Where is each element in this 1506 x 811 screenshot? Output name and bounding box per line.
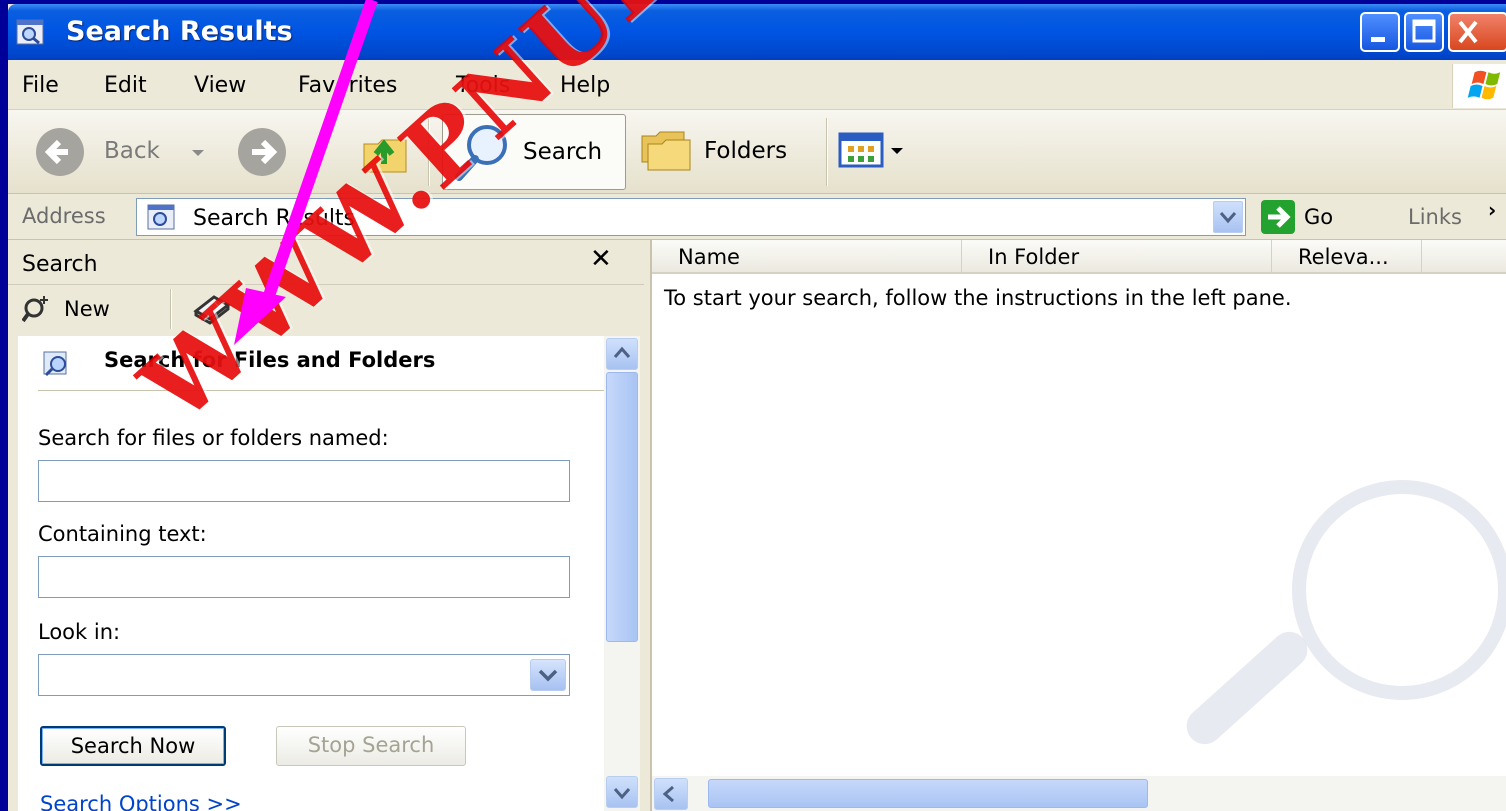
folders-label: Folders [704,138,788,164]
forward-arrow-icon [238,128,286,176]
title-bar[interactable]: Search Results [8,4,1506,60]
results-pane: Name In Folder Releva... To start your s… [650,240,1506,811]
column-name-label: Name [678,245,740,269]
chevron-left-icon [662,785,674,803]
folders-button[interactable]: Folders [634,124,814,180]
column-header-name[interactable]: Name [652,240,962,274]
back-dropdown-icon [192,150,204,156]
new-search-icon [22,296,48,323]
window-title: Search Results [66,16,293,47]
close-button[interactable] [1448,12,1506,52]
named-label: Search for files or folders named: [38,426,389,450]
maximize-icon [1412,19,1436,43]
minimize-icon [1371,37,1385,42]
search-pane-title: Search [22,252,98,277]
new-search-button[interactable]: New [22,289,152,329]
menu-file[interactable]: File [22,73,59,98]
look-in-dropdown-button[interactable] [530,659,566,691]
column-header-blank [1422,240,1506,274]
menu-bar: File Edit View Favorites Tools Help [8,60,1506,110]
minimize-button[interactable] [1360,12,1400,52]
scroll-thumb[interactable] [606,372,638,642]
links-button[interactable]: Links [1408,205,1462,229]
column-header-relevance[interactable]: Releva... [1272,240,1422,274]
chevron-up-icon [613,346,631,358]
column-in-folder-label: In Folder [988,245,1080,269]
look-in-select[interactable] [38,654,570,696]
back-label: Back [104,138,160,164]
column-header-in-folder[interactable]: In Folder [962,240,1272,274]
address-label: Address [22,204,106,228]
menu-view[interactable]: View [194,73,246,98]
search-files-icon [43,351,67,377]
views-icon [838,132,884,168]
search-assistant: Search for Files and Folders Search for … [18,336,608,811]
results-hint: To start your search, follow the instruc… [664,286,1292,310]
toolbar-separator [826,118,828,186]
containing-label: Containing text: [38,522,207,546]
magnifier-watermark-icon [1292,480,1506,700]
scroll-up-button[interactable] [606,338,638,370]
menu-edit[interactable]: Edit [104,73,147,98]
look-in-label: Look in: [38,620,121,644]
back-arrow-icon [36,128,84,176]
window-search-icon [16,19,44,45]
maximize-button[interactable] [1404,12,1444,52]
views-dropdown-icon [891,148,903,154]
search-now-button[interactable]: Search Now [40,726,226,766]
go-arrow-icon [1261,200,1295,234]
magnifier-handle [1179,624,1315,752]
chevron-down-icon [538,669,558,682]
close-icon [1458,20,1478,44]
go-label: Go [1304,205,1334,229]
back-button[interactable]: Back [32,124,222,180]
menu-favorites[interactable]: Favorites [298,73,397,98]
scroll-left-button[interactable] [654,778,688,810]
column-relevance-label: Releva... [1298,245,1389,269]
search-label: Search [523,139,603,165]
chevron-down-icon [613,788,631,800]
new-label: New [64,297,110,321]
close-pane-icon[interactable]: ✕ [590,244,612,274]
address-dropdown-button[interactable] [1213,201,1243,233]
folders-icon [641,131,691,171]
divider [38,390,604,391]
views-button[interactable] [838,130,928,174]
forward-button[interactable] [234,124,292,180]
scroll-down-button[interactable] [606,776,638,808]
address-bar: Address Search Results Go Links › [8,194,1506,240]
go-button[interactable]: Go [1260,194,1370,240]
filename-input[interactable] [38,460,570,502]
standard-toolbar: Back Search Folders [8,110,1506,194]
containing-text-input[interactable] [38,556,570,598]
search-pane-scrollbar[interactable] [604,336,640,811]
stop-search-button[interactable]: Stop Search [276,726,466,766]
search-options-link[interactable]: Search Options >> [40,792,242,811]
chevron-down-icon [1219,212,1237,224]
windows-flag-icon [1452,64,1506,108]
search-results-icon [147,204,175,230]
links-chevron-icon[interactable]: › [1488,198,1496,222]
results-horizontal-scrollbar[interactable] [652,776,1506,811]
horizontal-scroll-thumb[interactable] [708,779,1148,808]
